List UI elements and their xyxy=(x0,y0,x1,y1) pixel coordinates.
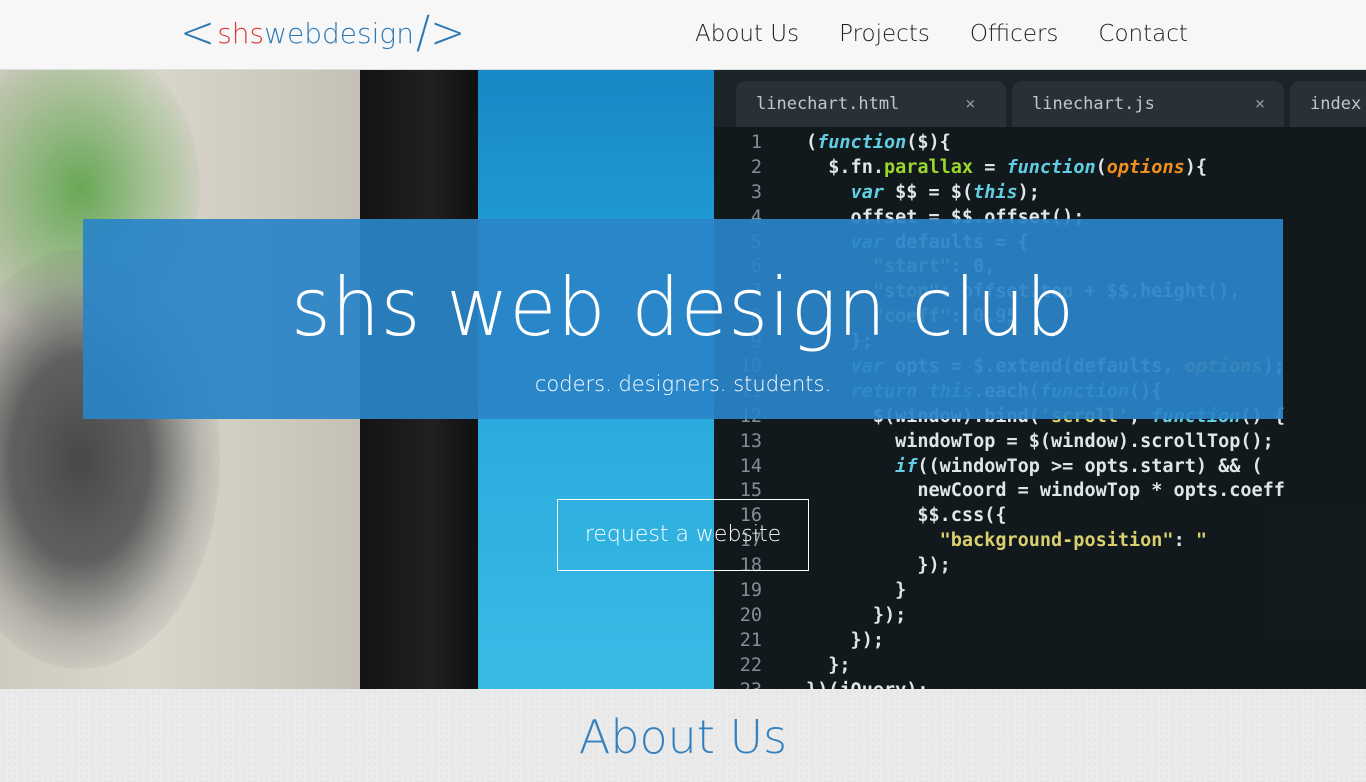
about-section: About Us xyxy=(0,689,1366,782)
logo-design-text: design xyxy=(322,16,414,50)
about-section-title: About Us xyxy=(578,710,788,764)
logo-shs-text: shs xyxy=(217,16,265,50)
nav-link-officers[interactable]: Officers xyxy=(970,18,1059,50)
hero-title-box: shs web design club coders. designers. s… xyxy=(83,219,1283,419)
logo-web-text: web xyxy=(264,16,323,50)
hero-section: linechart.html × linechart.js × index 1 (fu… xyxy=(0,69,1366,689)
nav-links: About Us Projects Officers Contact xyxy=(695,18,1228,50)
hero-title: shs web design club xyxy=(291,261,1075,354)
logo-open-bracket: < xyxy=(180,6,216,59)
nav-link-projects[interactable]: Projects xyxy=(839,18,930,50)
site-logo[interactable]: < shs web design /> xyxy=(180,10,465,56)
request-website-button[interactable]: request a website xyxy=(557,499,809,571)
nav-link-contact[interactable]: Contact xyxy=(1098,18,1187,50)
nav-link-about-us[interactable]: About Us xyxy=(695,18,799,50)
hero-subtitle: coders. designers. students. xyxy=(534,372,832,396)
navbar: < shs web design /> About Us Projects Of… xyxy=(0,0,1366,70)
logo-close-bracket: /> xyxy=(415,6,466,59)
